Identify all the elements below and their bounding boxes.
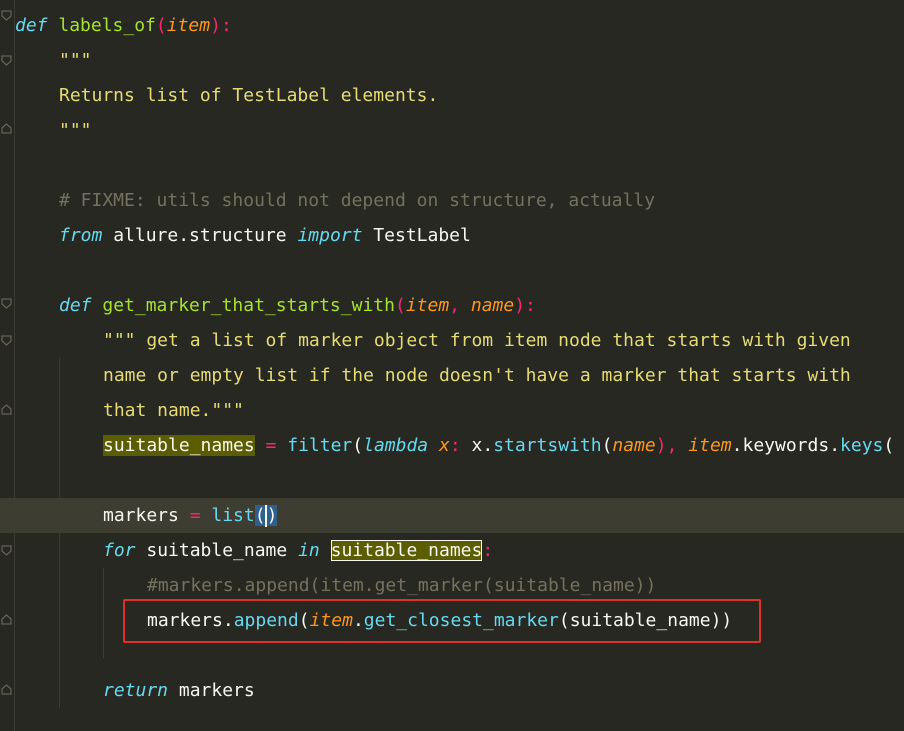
fold-collapse-icon[interactable] xyxy=(1,545,12,556)
function-name: get_marker_that_starts_with xyxy=(102,295,395,316)
comma: , xyxy=(449,295,471,316)
fold-collapse-icon[interactable] xyxy=(1,55,12,66)
variable-suitable-names-highlighted: suitable_names xyxy=(330,540,483,561)
param-item-ref: item xyxy=(688,435,732,456)
paren: ( xyxy=(155,15,167,36)
keyword-in: in xyxy=(298,540,320,561)
keyword-def: def xyxy=(59,295,92,316)
keyword-return: return xyxy=(103,680,169,701)
fold-end-icon[interactable] xyxy=(1,123,12,134)
paren-comma: ), xyxy=(655,435,689,456)
code-line-markers-list[interactable]: markers = list() xyxy=(103,498,278,533)
code-line-for: for suitable_name in suitable_names: xyxy=(103,533,493,568)
code-line-2: """ xyxy=(59,50,92,71)
param-name: name xyxy=(470,295,515,316)
paren-close: ) xyxy=(266,505,278,526)
method-keys: keys xyxy=(840,435,884,456)
paren: ( xyxy=(601,435,613,456)
code-line-4: """ xyxy=(59,120,92,141)
fold-collapse-icon[interactable] xyxy=(1,298,12,309)
fold-end-icon[interactable] xyxy=(1,404,12,415)
code-line-def-inner: def get_marker_that_starts_with(item, na… xyxy=(59,288,536,323)
code-line-comment-fixme: # FIXME: utils should not depend on stru… xyxy=(59,190,656,211)
paren-colon: ): xyxy=(514,295,536,316)
matched-bracket: () xyxy=(254,505,278,527)
code-line-commented-append: #markers.append(item.get_marker(suitable… xyxy=(147,575,657,596)
paren-colon: ): xyxy=(210,15,232,36)
colon: : xyxy=(449,435,472,456)
code-line-1: def labels_of(item): xyxy=(15,8,232,43)
param-item: item xyxy=(166,15,211,36)
attr-keywords: .keywords. xyxy=(731,435,841,456)
code-line-import: from allure.structure import TestLabel xyxy=(59,218,471,253)
builtin-list: list xyxy=(211,505,255,526)
keyword-import: import xyxy=(297,225,363,246)
lambda-param-x: x xyxy=(428,435,450,456)
colon: : xyxy=(482,540,494,561)
paren: ( xyxy=(394,295,406,316)
indent-guide xyxy=(59,358,60,708)
docstring-line-2: name or empty list if the node doesn't h… xyxy=(103,365,851,386)
keyword-def: def xyxy=(15,15,48,36)
fold-collapse-icon[interactable] xyxy=(1,335,12,346)
code-line-3: Returns list of TestLabel elements. xyxy=(59,85,439,106)
indent-guide xyxy=(103,568,104,658)
fold-end-icon[interactable] xyxy=(1,614,12,625)
variable-markers: markers xyxy=(103,505,179,526)
code-line-return: return markers xyxy=(103,673,255,708)
docstring-line-1: """ get a list of marker object from ite… xyxy=(103,330,851,351)
variable-suitable-names: suitable_names xyxy=(103,435,255,456)
paren: ( xyxy=(883,435,895,456)
keyword-lambda: lambda xyxy=(363,435,429,456)
module-name: allure.structure xyxy=(102,225,298,246)
x-ref: x. xyxy=(471,435,494,456)
param-item: item xyxy=(405,295,450,316)
fold-end-icon[interactable] xyxy=(1,684,12,695)
function-name: labels_of xyxy=(58,15,156,36)
loop-variable: suitable_name xyxy=(135,540,299,561)
fold-collapse-icon[interactable] xyxy=(1,10,12,21)
code-line-filter: suitable_names = filter(lambda x: x.star… xyxy=(103,428,894,463)
docstring-line-3: that name.""" xyxy=(103,400,244,421)
param-name-ref: name xyxy=(612,435,656,456)
annotation-highlight-box xyxy=(123,599,761,643)
return-value: markers xyxy=(168,680,255,701)
import-name: TestLabel xyxy=(362,225,471,246)
assign-op: = xyxy=(254,435,288,456)
assign-op: = xyxy=(178,505,212,526)
keyword-from: from xyxy=(59,225,103,246)
keyword-for: for xyxy=(103,540,136,561)
gutter-separator xyxy=(14,0,15,731)
method-startswith: startswith xyxy=(493,435,602,456)
paren: ( xyxy=(352,435,364,456)
builtin-filter: filter xyxy=(287,435,353,456)
